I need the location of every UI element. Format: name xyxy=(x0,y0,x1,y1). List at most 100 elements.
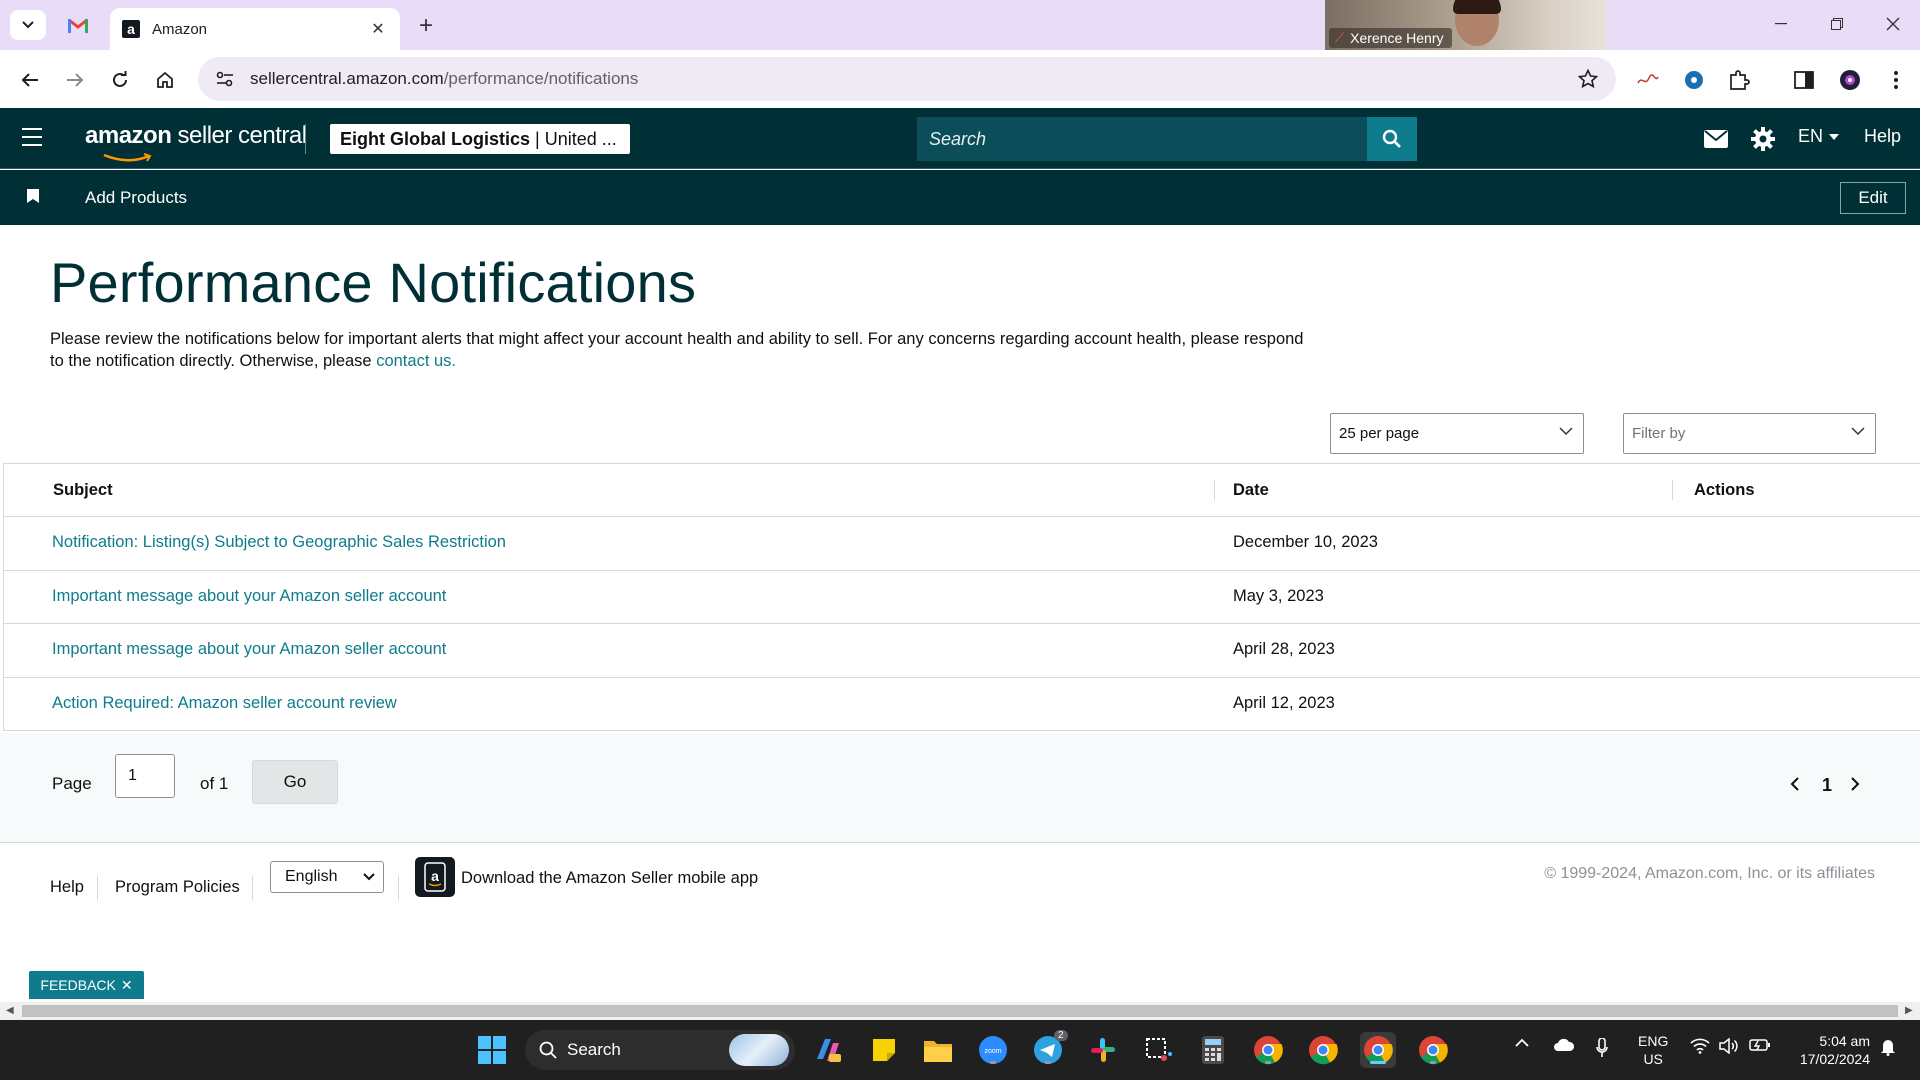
previous-page-icon[interactable] xyxy=(1790,777,1799,791)
notification-subject-link[interactable]: Important message about your Amazon sell… xyxy=(52,640,446,659)
taskbar-snipping-tool[interactable] xyxy=(1140,1032,1176,1068)
page-footer: Help Program Policies English a Download… xyxy=(0,843,1920,953)
extension-icon[interactable] xyxy=(1634,66,1662,94)
close-icon[interactable]: ✕ xyxy=(121,977,133,994)
seller-central-header: amazon seller central Eight Global Logis… xyxy=(0,108,1920,169)
account-switcher[interactable]: Eight Global Logistics | United ... xyxy=(330,124,630,154)
start-button[interactable] xyxy=(474,1032,510,1068)
arrow-right-icon xyxy=(67,73,84,87)
help-link[interactable]: Help xyxy=(1864,126,1901,147)
column-header-actions: Actions xyxy=(1694,481,1755,499)
search-input[interactable] xyxy=(917,117,1367,161)
restore-button[interactable] xyxy=(1812,8,1862,40)
extension-icon-2[interactable] xyxy=(1680,66,1708,94)
participant-name: Xerence Henry xyxy=(1350,30,1444,46)
pinned-tab-gmail[interactable] xyxy=(60,10,96,40)
active-indicator xyxy=(1370,1061,1386,1064)
tab-amazon[interactable]: a Amazon ✕ xyxy=(110,8,400,50)
clock[interactable]: 5:04 am 17/02/2024 xyxy=(1786,1032,1870,1068)
taskbar-zoom[interactable]: zoom xyxy=(975,1032,1011,1068)
messages-button[interactable] xyxy=(1704,126,1728,152)
microphone-icon[interactable] xyxy=(1596,1038,1608,1058)
menu-icon[interactable] xyxy=(22,128,44,148)
address-bar[interactable]: sellercentral.amazon.com/performance/not… xyxy=(198,57,1616,101)
minimize-button[interactable] xyxy=(1756,8,1806,40)
horizontal-scrollbar[interactable]: ◀ ▶ xyxy=(0,1002,1920,1020)
site-info-icon[interactable] xyxy=(214,68,236,90)
close-window-button[interactable] xyxy=(1868,8,1918,40)
taskbar-chrome-3[interactable] xyxy=(1415,1032,1451,1068)
footer-language-select[interactable]: English xyxy=(270,861,384,893)
extensions-button[interactable] xyxy=(1725,66,1753,94)
current-page[interactable]: 1 xyxy=(1822,775,1832,796)
footer-language-value: English xyxy=(285,868,338,885)
filter-by-select[interactable]: Filter by xyxy=(1623,413,1876,454)
show-hidden-icons[interactable] xyxy=(1515,1038,1529,1047)
notifications-table: Subject Date Actions Notification: Listi… xyxy=(3,463,1920,731)
chevron-down-icon xyxy=(22,21,34,29)
taskbar-chrome-active[interactable] xyxy=(1360,1032,1396,1068)
browser-menu-button[interactable] xyxy=(1882,66,1910,94)
side-panel-button[interactable] xyxy=(1790,66,1818,94)
account-region: United ... xyxy=(544,128,617,149)
page-number-input[interactable] xyxy=(115,754,175,798)
notification-date: April 28, 2023 xyxy=(1233,640,1335,658)
scroll-left-icon[interactable]: ◀ xyxy=(6,1005,14,1016)
footer-help-link[interactable]: Help xyxy=(50,878,84,897)
bookmark-star-icon[interactable] xyxy=(1576,67,1600,91)
wifi-icon[interactable] xyxy=(1690,1038,1710,1054)
notification-subject-link[interactable]: Important message about your Amazon sell… xyxy=(52,587,446,606)
volume-icon[interactable] xyxy=(1719,1038,1739,1054)
seller-central-logo[interactable]: amazon seller central xyxy=(85,122,307,162)
notification-subject-link[interactable]: Action Required: Amazon seller account r… xyxy=(52,694,397,713)
onedrive-icon[interactable] xyxy=(1553,1038,1575,1052)
slack-icon xyxy=(1091,1038,1115,1062)
search-button[interactable] xyxy=(1367,117,1417,161)
taskbar-calculator[interactable] xyxy=(1195,1032,1231,1068)
per-page-select[interactable]: 25 per page xyxy=(1330,413,1584,454)
scroll-right-icon[interactable]: ▶ xyxy=(1905,1005,1913,1016)
input-language[interactable]: ENG US xyxy=(1638,1032,1668,1068)
reload-button[interactable] xyxy=(104,64,136,96)
taskbar-copilot[interactable] xyxy=(810,1032,846,1068)
notification-bell-icon[interactable] xyxy=(1880,1038,1896,1056)
chevron-down-icon xyxy=(363,873,375,881)
go-button[interactable]: Go xyxy=(252,760,338,804)
profile-avatar[interactable] xyxy=(1836,66,1864,94)
add-products-link[interactable]: Add Products xyxy=(85,188,187,208)
feedback-button[interactable]: FEEDBACK ✕ xyxy=(29,971,144,999)
back-button[interactable] xyxy=(14,64,46,96)
taskbar-slack[interactable] xyxy=(1085,1032,1121,1068)
settings-button[interactable] xyxy=(1751,126,1775,152)
taskbar-search[interactable]: Search xyxy=(525,1030,795,1070)
download-app-link[interactable]: Download the Amazon Seller mobile app xyxy=(461,869,758,888)
gmail-icon xyxy=(68,18,88,33)
bookmark-icon[interactable] xyxy=(27,189,39,203)
gear-icon xyxy=(1751,127,1775,151)
battery-icon[interactable] xyxy=(1749,1038,1771,1052)
taskbar-chrome-1[interactable] xyxy=(1250,1032,1286,1068)
forward-button[interactable] xyxy=(59,64,91,96)
video-call-overlay: ⟋ Xerence Henry xyxy=(1325,0,1607,50)
scrollbar-thumb[interactable] xyxy=(22,1005,1898,1017)
url-path: /performance/notifications xyxy=(443,69,639,88)
notification-subject-link[interactable]: Notification: Listing(s) Subject to Geog… xyxy=(52,533,506,552)
contact-us-link[interactable]: contact us. xyxy=(376,352,456,370)
search-icon xyxy=(1382,129,1401,148)
next-page-icon[interactable] xyxy=(1851,777,1860,791)
new-tab-button[interactable]: + xyxy=(412,12,440,40)
edit-button[interactable]: Edit xyxy=(1840,182,1906,214)
tab-search-button[interactable] xyxy=(10,10,46,40)
page-label: Page xyxy=(52,774,92,793)
taskbar-file-explorer[interactable] xyxy=(920,1032,956,1068)
taskbar-telegram[interactable]: 2 xyxy=(1030,1030,1068,1068)
close-tab-icon[interactable]: ✕ xyxy=(368,19,388,39)
taskbar-chrome-2[interactable] xyxy=(1305,1032,1341,1068)
language-selector[interactable]: EN xyxy=(1798,126,1840,147)
header-search xyxy=(917,117,1417,161)
taskbar-sticky-notes[interactable] xyxy=(866,1032,902,1068)
program-policies-link[interactable]: Program Policies xyxy=(115,878,240,897)
amazon-app-icon[interactable]: a xyxy=(415,857,455,897)
home-button[interactable] xyxy=(149,64,181,96)
column-divider xyxy=(1672,480,1673,500)
